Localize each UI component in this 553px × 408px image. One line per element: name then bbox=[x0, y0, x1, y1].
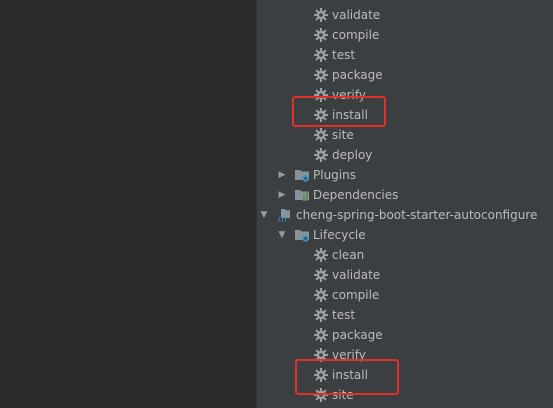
lifecycle-phase-compile[interactable]: compile bbox=[257, 25, 553, 45]
phase-label: compile bbox=[332, 28, 380, 42]
gear-icon bbox=[314, 128, 328, 142]
maven-projects-tree: validate compile test package verify ins… bbox=[257, 0, 553, 408]
editor-area bbox=[0, 0, 256, 408]
lifecycle-phase-package[interactable]: package bbox=[257, 65, 553, 85]
lifecycle-phase-test[interactable]: test bbox=[257, 305, 553, 325]
lifecycle-phase-validate[interactable]: validate bbox=[257, 5, 553, 25]
phase-label: test bbox=[332, 308, 356, 322]
lifecycle-phase-compile[interactable]: compile bbox=[257, 285, 553, 305]
phase-label: validate bbox=[332, 268, 381, 282]
phase-label: compile bbox=[332, 288, 380, 302]
gear-icon bbox=[314, 328, 328, 342]
plugins-label: Plugins bbox=[313, 168, 356, 182]
maven-module-icon: m bbox=[278, 209, 290, 223]
lifecycle-label: Lifecycle bbox=[313, 228, 366, 242]
phase-label: package bbox=[332, 328, 383, 342]
gear-icon bbox=[314, 148, 328, 162]
gear-icon bbox=[314, 8, 328, 22]
phase-label: validate bbox=[332, 8, 381, 22]
gear-icon bbox=[314, 68, 328, 82]
phase-label: deploy bbox=[332, 148, 373, 162]
phase-label: test bbox=[332, 48, 356, 62]
gear-icon bbox=[314, 28, 328, 42]
lifecycle-phase-deploy[interactable]: deploy bbox=[257, 145, 553, 165]
lifecycle-phase-site[interactable]: site bbox=[257, 125, 553, 145]
phase-label: site bbox=[332, 128, 354, 142]
tree-node-module[interactable]: ▼ m cheng-spring-boot-starter-autoconfig… bbox=[257, 205, 553, 225]
highlight-box-install-top bbox=[292, 96, 386, 127]
chevron-right-icon[interactable]: ▶ bbox=[277, 190, 287, 200]
highlight-box-install-bottom bbox=[295, 359, 399, 395]
lifecycle-phase-clean[interactable]: clean bbox=[257, 245, 553, 265]
tree-node-dependencies[interactable]: ▶ Dependencies bbox=[257, 185, 553, 205]
chevron-right-icon[interactable]: ▶ bbox=[277, 170, 287, 180]
lifecycle-folder-icon bbox=[295, 230, 309, 242]
gear-icon bbox=[314, 268, 328, 282]
chevron-down-icon[interactable]: ▼ bbox=[259, 210, 269, 220]
svg-text:m: m bbox=[278, 215, 287, 223]
chevron-down-icon[interactable]: ▼ bbox=[277, 230, 287, 240]
tree-node-lifecycle[interactable]: ▼ Lifecycle bbox=[257, 225, 553, 245]
lifecycle-phase-test[interactable]: test bbox=[257, 45, 553, 65]
gear-icon bbox=[314, 308, 328, 322]
phase-label: package bbox=[332, 68, 383, 82]
dependencies-folder-icon bbox=[295, 190, 309, 201]
dependencies-label: Dependencies bbox=[313, 188, 399, 202]
phase-label: clean bbox=[332, 248, 365, 262]
module-label: cheng-spring-boot-starter-autoconfigure bbox=[296, 208, 538, 222]
lifecycle-phase-package[interactable]: package bbox=[257, 325, 553, 345]
plugins-folder-icon bbox=[295, 170, 309, 182]
gear-icon bbox=[314, 288, 328, 302]
gear-icon bbox=[314, 48, 328, 62]
tree-node-plugins[interactable]: ▶ Plugins bbox=[257, 165, 553, 185]
gear-icon bbox=[314, 248, 328, 262]
lifecycle-phase-validate[interactable]: validate bbox=[257, 265, 553, 285]
